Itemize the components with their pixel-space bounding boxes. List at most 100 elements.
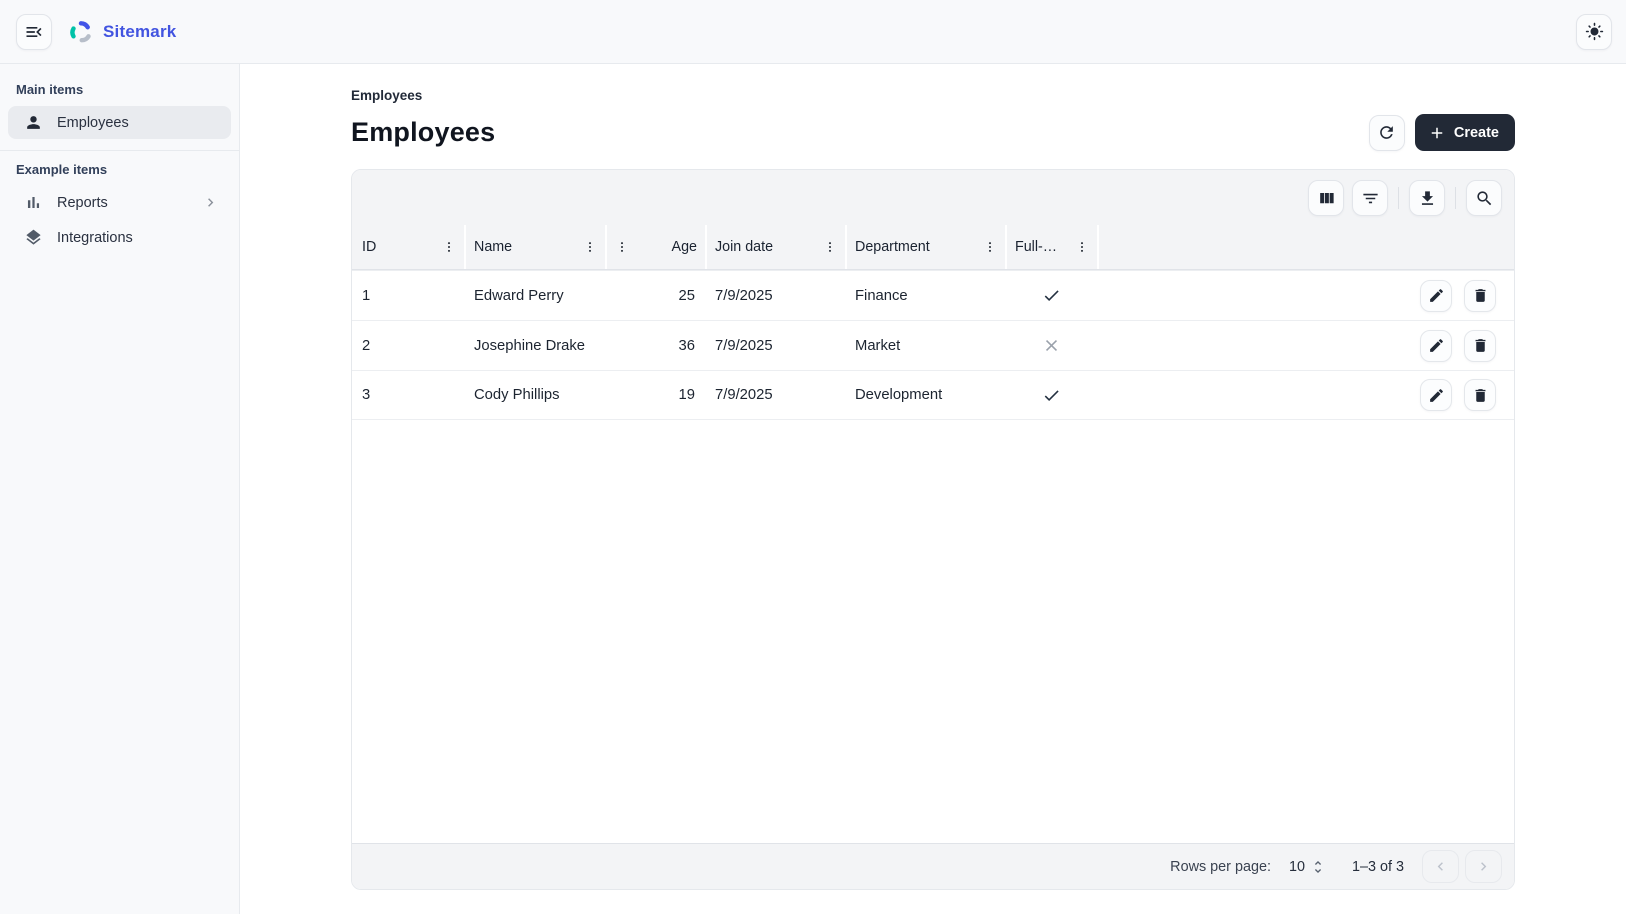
sidebar-item-employees[interactable]: Employees [8, 106, 231, 139]
column-header-department[interactable]: Department [845, 225, 1005, 269]
columns-button[interactable] [1308, 180, 1344, 216]
column-header-name[interactable]: Name [464, 225, 605, 269]
kebab-icon [983, 240, 997, 254]
rows-per-page-value: 10 [1289, 859, 1305, 875]
edit-row-button[interactable] [1420, 330, 1452, 362]
kebab-icon [442, 240, 456, 254]
table-row[interactable]: 2 Josephine Drake 36 7/9/2025 Market [352, 320, 1514, 370]
person-icon [24, 113, 43, 132]
breadcrumb: Employees [351, 88, 1515, 103]
column-header-age[interactable]: Age [605, 225, 705, 269]
export-button[interactable] [1409, 180, 1445, 216]
menu-open-icon [24, 22, 44, 42]
search-button[interactable] [1466, 180, 1502, 216]
sidebar: Main items Employees Example items Repor… [0, 64, 240, 914]
collapse-sidebar-button[interactable] [16, 14, 52, 50]
column-menu-button[interactable] [983, 240, 997, 254]
chevron-right-icon [202, 194, 219, 211]
cell-name: Josephine Drake [464, 338, 605, 354]
previous-page-button[interactable] [1422, 850, 1459, 883]
column-label: Name [474, 239, 512, 255]
sidebar-section-main: Main items [0, 82, 239, 97]
sidebar-item-reports[interactable]: Reports [8, 186, 231, 219]
bar-chart-icon [24, 193, 43, 212]
filter-icon [1361, 189, 1380, 208]
grid-empty-area [352, 420, 1514, 843]
cell-fulltime [1005, 386, 1097, 405]
cell-id: 1 [352, 288, 464, 304]
sidebar-item-label: Integrations [57, 230, 219, 246]
cell-actions [1097, 330, 1514, 362]
cell-fulltime [1005, 336, 1097, 355]
cell-department: Finance [845, 288, 1005, 304]
cell-actions [1097, 280, 1514, 312]
brand-logo: Sitemark [68, 19, 176, 45]
trash-icon [1472, 337, 1489, 354]
columns-icon [1317, 189, 1336, 208]
filter-button[interactable] [1352, 180, 1388, 216]
unfold-more-icon [1310, 859, 1326, 875]
brand-name: Sitemark [103, 22, 176, 42]
download-icon [1418, 189, 1437, 208]
next-page-button[interactable] [1465, 850, 1502, 883]
edit-row-button[interactable] [1420, 280, 1452, 312]
column-label: Age [672, 239, 697, 255]
search-icon [1475, 189, 1494, 208]
column-label: Full-… [1015, 239, 1057, 255]
delete-row-button[interactable] [1464, 379, 1496, 411]
pencil-icon [1428, 337, 1445, 354]
cell-join-date: 7/9/2025 [705, 387, 845, 403]
sun-icon [1585, 22, 1604, 41]
column-menu-button[interactable] [442, 240, 456, 254]
column-menu-button[interactable] [823, 240, 837, 254]
delete-row-button[interactable] [1464, 280, 1496, 312]
refresh-button[interactable] [1369, 115, 1405, 151]
sidebar-item-label: Reports [57, 195, 202, 211]
column-header-fulltime[interactable]: Full-… [1005, 225, 1097, 269]
cell-actions [1097, 379, 1514, 411]
table-row[interactable]: 3 Cody Phillips 19 7/9/2025 Development [352, 370, 1514, 420]
pencil-icon [1428, 287, 1445, 304]
edit-row-button[interactable] [1420, 379, 1452, 411]
column-header-actions [1097, 225, 1514, 269]
theme-toggle-button[interactable] [1576, 14, 1612, 50]
sidebar-divider [0, 150, 239, 151]
grid-footer: Rows per page: 10 1–3 of 3 [352, 843, 1514, 889]
kebab-icon [615, 240, 629, 254]
column-menu-button[interactable] [615, 240, 629, 254]
sitemark-logo-icon [68, 19, 94, 45]
table-row[interactable]: 1 Edward Perry 25 7/9/2025 Finance [352, 270, 1514, 320]
page-title: Employees [351, 117, 495, 148]
check-icon [1042, 386, 1061, 405]
column-header-join-date[interactable]: Join date [705, 225, 845, 269]
delete-row-button[interactable] [1464, 330, 1496, 362]
cell-name: Edward Perry [464, 288, 605, 304]
rows-per-page-select[interactable]: 10 [1289, 859, 1326, 875]
column-menu-button[interactable] [583, 240, 597, 254]
toolbar-divider [1398, 187, 1399, 209]
cell-age: 36 [605, 338, 705, 354]
column-label: ID [362, 239, 376, 255]
cell-id: 2 [352, 338, 464, 354]
column-menu-button[interactable] [1075, 240, 1089, 254]
chevron-right-icon [1475, 858, 1492, 875]
layers-icon [24, 228, 43, 247]
toolbar-divider [1455, 187, 1456, 209]
main-content: Employees Employees Create [240, 64, 1626, 914]
chevron-left-icon [1432, 858, 1449, 875]
cell-department: Development [845, 387, 1005, 403]
check-icon [1042, 286, 1061, 305]
plus-icon [1428, 124, 1446, 142]
close-icon [1042, 336, 1061, 355]
cell-join-date: 7/9/2025 [705, 338, 845, 354]
grid-header-row: ID Name Age Join date [352, 225, 1514, 270]
trash-icon [1472, 287, 1489, 304]
create-button[interactable]: Create [1415, 114, 1515, 151]
column-header-id[interactable]: ID [352, 225, 464, 269]
cell-age: 25 [605, 288, 705, 304]
trash-icon [1472, 387, 1489, 404]
kebab-icon [823, 240, 837, 254]
pagination-range: 1–3 of 3 [1352, 859, 1404, 875]
cell-department: Market [845, 338, 1005, 354]
sidebar-item-integrations[interactable]: Integrations [8, 221, 231, 254]
